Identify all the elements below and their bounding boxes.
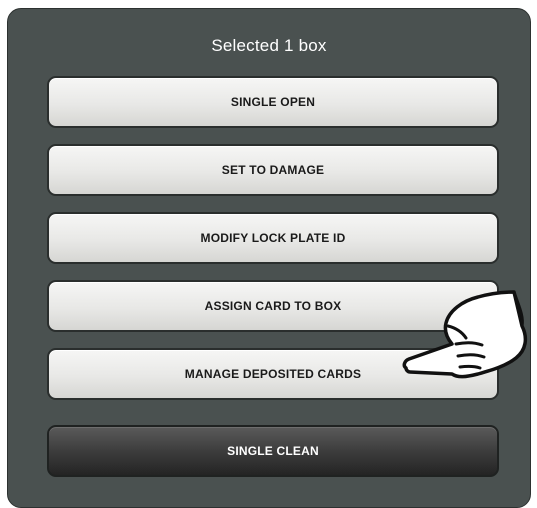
dialog-title: Selected 1 box <box>211 36 327 55</box>
pointing-hand-icon <box>402 290 528 379</box>
set-to-damage-button[interactable]: SET TO DAMAGE <box>47 144 499 196</box>
single-open-button[interactable]: SINGLE OPEN <box>47 76 499 128</box>
box-actions-dialog: Selected 1 box SINGLE OPEN SET TO DAMAGE… <box>7 8 531 508</box>
single-clean-button[interactable]: SINGLE CLEAN <box>47 425 499 477</box>
modify-lock-plate-id-button[interactable]: MODIFY LOCK PLATE ID <box>47 212 499 264</box>
